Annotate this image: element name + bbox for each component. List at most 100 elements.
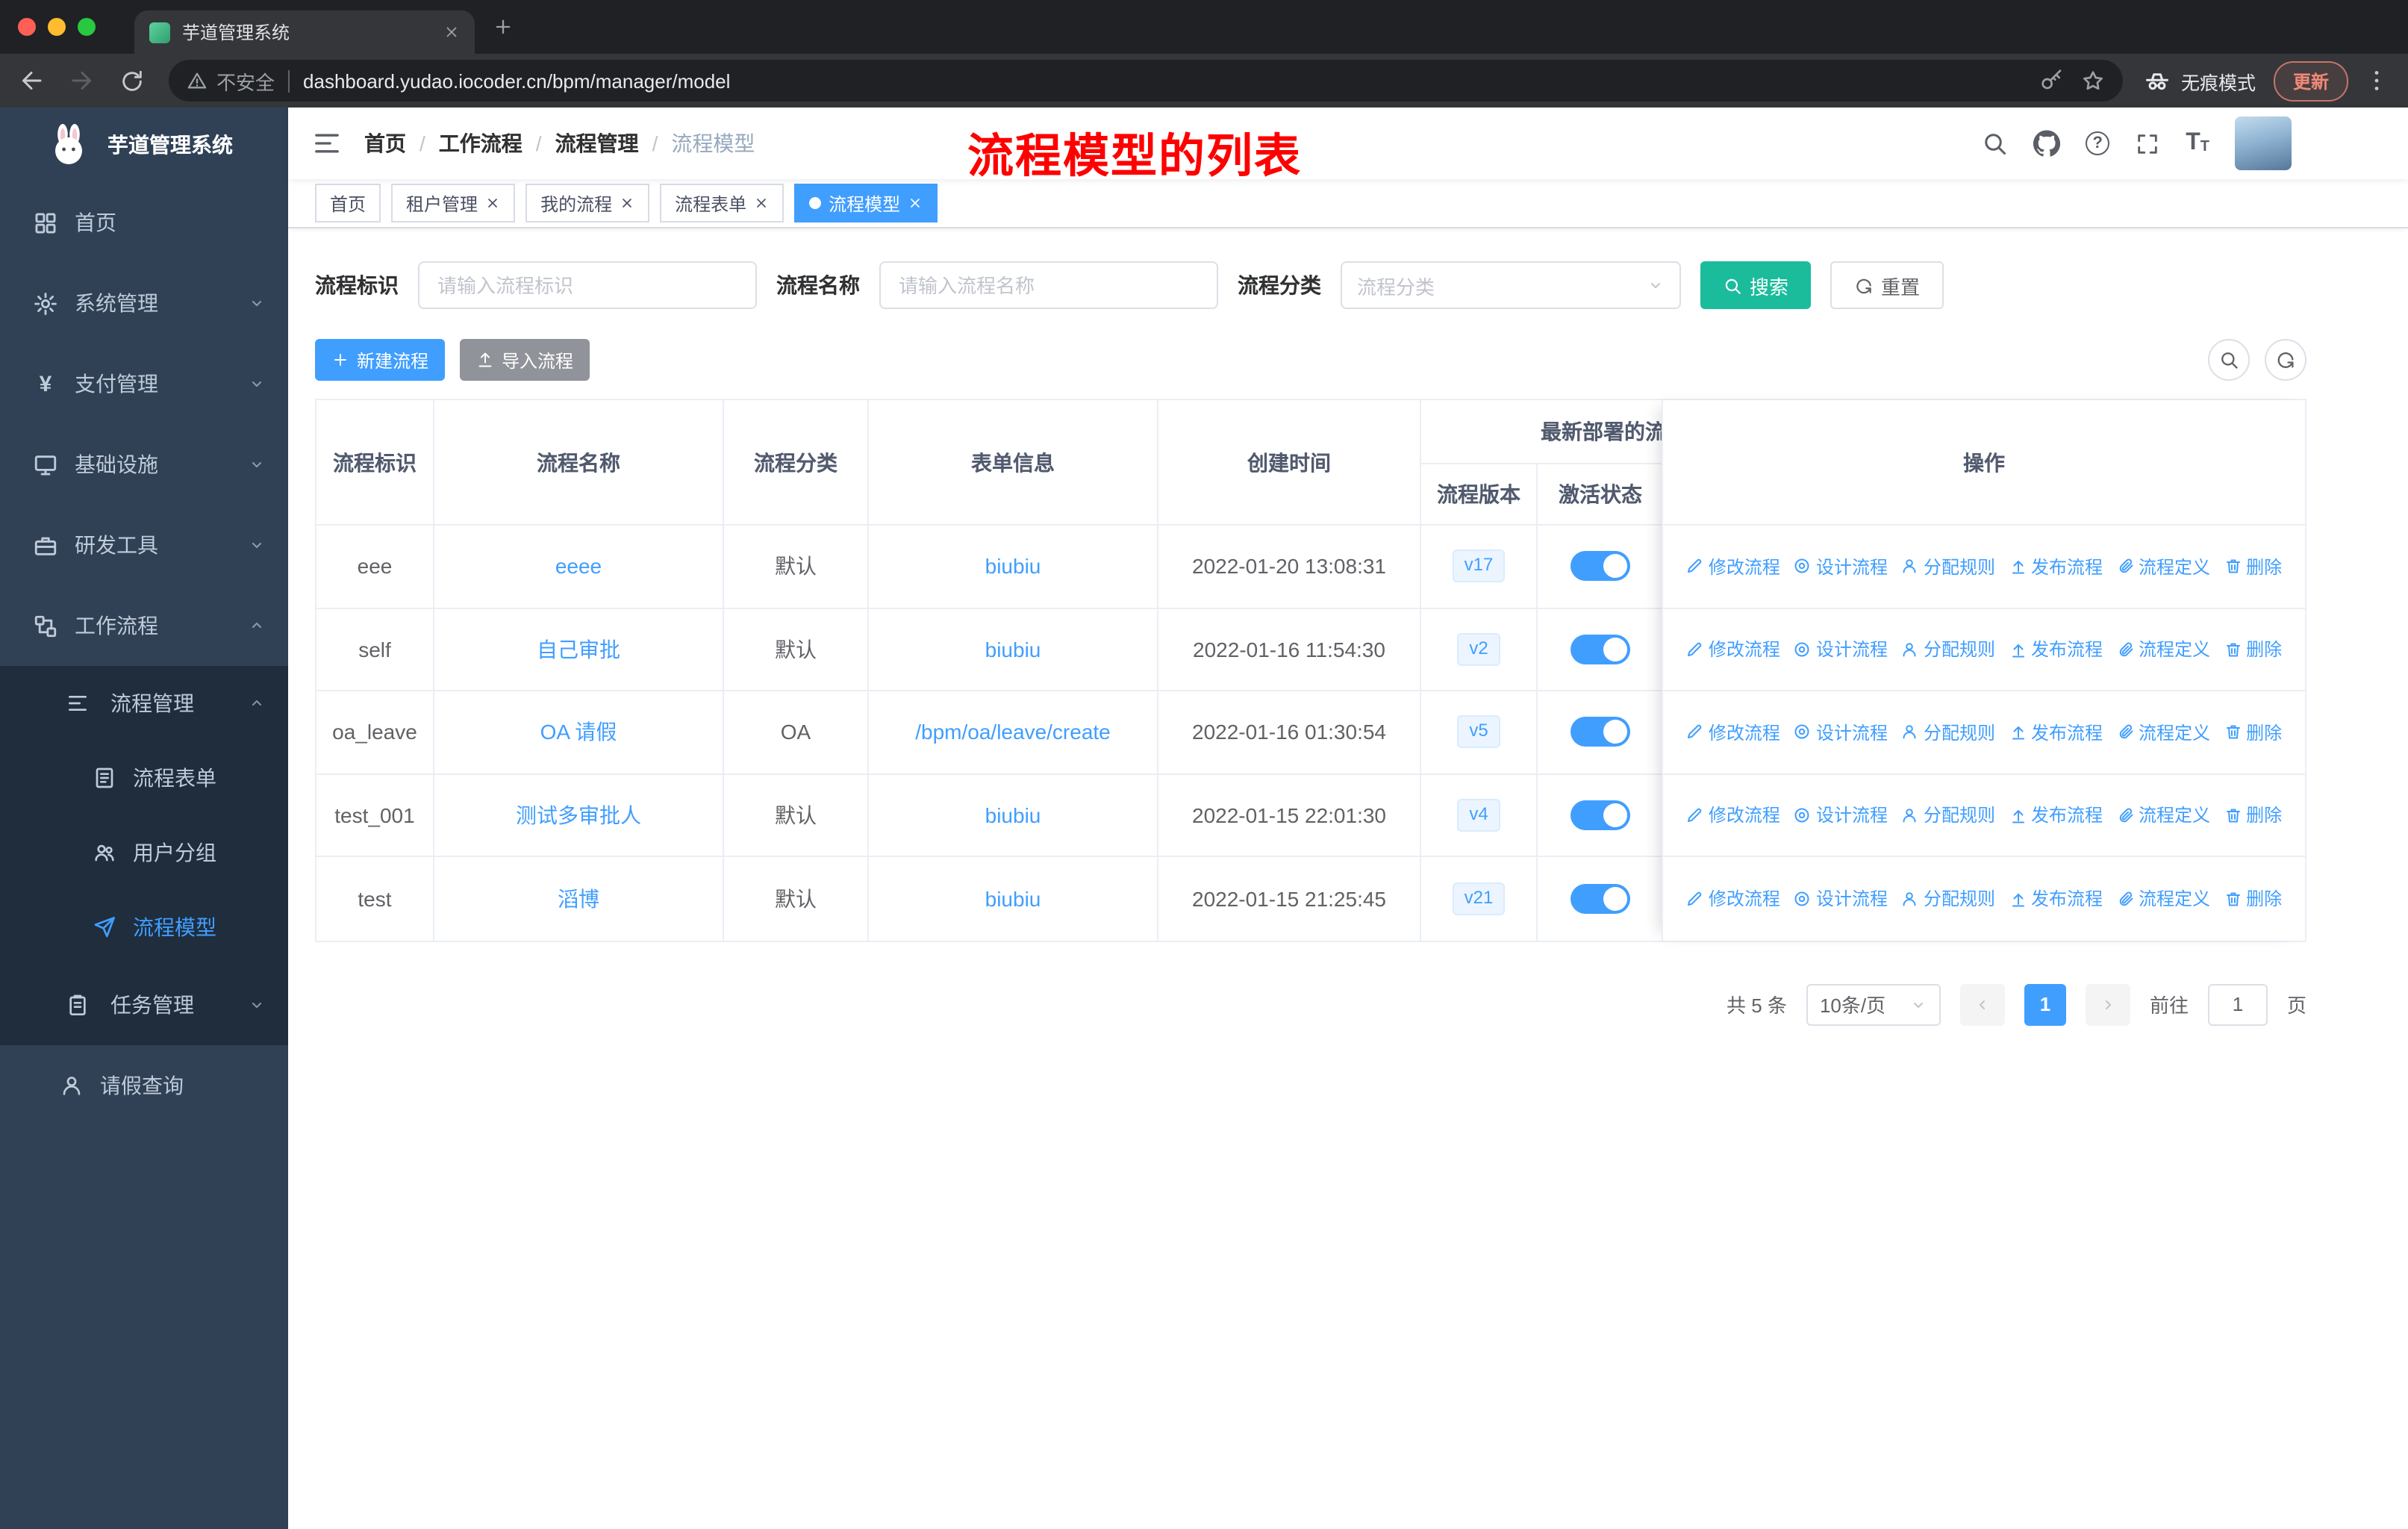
process-name-link[interactable]: 测试多审批人 <box>516 800 641 830</box>
process-definition-link[interactable]: 流程定义 <box>2116 637 2210 662</box>
minimize-window-button[interactable] <box>48 18 66 36</box>
breadcrumb-item[interactable]: 流程管理 <box>555 128 639 158</box>
active-toggle[interactable] <box>1570 717 1630 747</box>
reset-button[interactable]: 重置 <box>1830 261 1944 309</box>
breadcrumb-item[interactable]: 工作流程 <box>439 128 523 158</box>
sidebar-item-devtools[interactable]: 研发工具 <box>0 505 288 585</box>
sidebar-item-workflow[interactable]: 工作流程 <box>0 585 288 666</box>
page-size-select[interactable]: 10条/页 <box>1806 983 1941 1025</box>
prev-page-button[interactable] <box>1959 983 2005 1025</box>
active-toggle[interactable] <box>1570 634 1630 664</box>
create-process-button[interactable]: 新建流程 <box>315 339 446 381</box>
nav-tag[interactable]: 租户管理 <box>391 184 516 222</box>
sidebar-item-process-form[interactable]: 流程表单 <box>0 741 288 815</box>
sidebar-item-payment[interactable]: ¥ 支付管理 <box>0 343 288 424</box>
publish-process-link[interactable]: 发布流程 <box>2009 637 2103 662</box>
active-toggle[interactable] <box>1570 800 1630 830</box>
back-button[interactable] <box>18 67 45 94</box>
fullscreen-icon[interactable] <box>2135 131 2160 156</box>
sidebar-item-system[interactable]: 系统管理 <box>0 263 288 343</box>
current-page-button[interactable]: 1 <box>2024 983 2066 1025</box>
active-toggle[interactable] <box>1570 551 1630 582</box>
modify-process-link[interactable]: 修改流程 <box>1686 720 1780 745</box>
publish-process-link[interactable]: 发布流程 <box>2009 803 2103 828</box>
nav-tag-active[interactable]: 流程模型 <box>794 184 938 222</box>
delete-link[interactable]: 删除 <box>2224 803 2282 828</box>
form-info-link[interactable]: biubiu <box>985 555 1041 579</box>
sidebar-item-user-group[interactable]: 用户分组 <box>0 815 288 890</box>
process-definition-link[interactable]: 流程定义 <box>2116 720 2210 745</box>
assign-rule-link[interactable]: 分配规则 <box>1901 554 1995 579</box>
star-icon[interactable] <box>2081 69 2105 93</box>
form-info-link[interactable]: /bpm/oa/leave/create <box>915 720 1111 744</box>
update-button[interactable]: 更新 <box>2273 60 2348 101</box>
tag-close-icon[interactable] <box>485 196 500 211</box>
publish-process-link[interactable]: 发布流程 <box>2009 554 2103 579</box>
forward-button[interactable] <box>69 67 96 94</box>
browser-tab[interactable]: 芋道管理系统 <box>134 10 475 54</box>
tag-close-icon[interactable] <box>908 196 923 211</box>
form-info-link[interactable]: biubiu <box>985 638 1041 661</box>
process-name-link[interactable]: 滔博 <box>558 884 599 914</box>
delete-link[interactable]: 删除 <box>2224 720 2282 745</box>
assign-rule-link[interactable]: 分配规则 <box>1901 637 1995 662</box>
close-window-button[interactable] <box>18 18 36 36</box>
refresh-table-button[interactable] <box>2265 339 2306 381</box>
design-process-link[interactable]: 设计流程 <box>1794 886 1888 912</box>
search-button[interactable]: 搜索 <box>1700 261 1812 309</box>
modify-process-link[interactable]: 修改流程 <box>1686 803 1780 828</box>
hamburger-icon[interactable] <box>312 128 342 158</box>
zoom-window-button[interactable] <box>78 18 96 36</box>
assign-rule-link[interactable]: 分配规则 <box>1901 886 1995 912</box>
nav-tag[interactable]: 流程表单 <box>660 184 785 222</box>
sidebar-item-leave-query[interactable]: 请假查询 <box>0 1045 288 1126</box>
address-bar[interactable]: 不安全 dashboard.yudao.iocoder.cn/bpm/manag… <box>169 60 2123 102</box>
process-definition-link[interactable]: 流程定义 <box>2116 554 2210 579</box>
next-page-button[interactable] <box>2085 983 2130 1025</box>
reload-button[interactable] <box>119 68 145 93</box>
form-info-link[interactable]: biubiu <box>985 887 1041 911</box>
browser-menu-icon[interactable] <box>2363 67 2390 94</box>
delete-link[interactable]: 删除 <box>2224 637 2282 662</box>
delete-link[interactable]: 删除 <box>2224 554 2282 579</box>
search-icon[interactable] <box>1981 130 2008 157</box>
process-name-link[interactable]: OA 请假 <box>540 717 617 747</box>
page-jump-input[interactable] <box>2207 983 2268 1025</box>
toggle-search-button[interactable] <box>2208 339 2250 381</box>
design-process-link[interactable]: 设计流程 <box>1794 803 1888 828</box>
sidebar-item-home[interactable]: 首页 <box>0 182 288 263</box>
assign-rule-link[interactable]: 分配规则 <box>1901 803 1995 828</box>
modify-process-link[interactable]: 修改流程 <box>1686 554 1780 579</box>
sidebar-item-process-model[interactable]: 流程模型 <box>0 890 288 965</box>
active-toggle[interactable] <box>1570 883 1630 914</box>
design-process-link[interactable]: 设计流程 <box>1794 720 1888 745</box>
tab-close-icon[interactable] <box>443 24 460 40</box>
import-process-button[interactable]: 导入流程 <box>460 339 590 381</box>
process-key-input[interactable] <box>418 261 757 309</box>
nav-tag[interactable]: 首页 <box>315 184 381 222</box>
breadcrumb-item[interactable]: 首页 <box>364 128 406 158</box>
design-process-link[interactable]: 设计流程 <box>1794 637 1888 662</box>
sidebar-item-process-mgmt[interactable]: 流程管理 <box>0 666 288 741</box>
process-definition-link[interactable]: 流程定义 <box>2116 886 2210 912</box>
new-tab-button[interactable] <box>493 16 514 37</box>
assign-rule-link[interactable]: 分配规则 <box>1901 720 1995 745</box>
avatar[interactable] <box>2235 116 2292 170</box>
modify-process-link[interactable]: 修改流程 <box>1686 886 1780 912</box>
publish-process-link[interactable]: 发布流程 <box>2009 720 2103 745</box>
process-name-link[interactable]: eeee <box>555 555 602 579</box>
key-icon[interactable] <box>2039 69 2063 93</box>
form-info-link[interactable]: biubiu <box>985 803 1041 827</box>
font-size-icon[interactable]: TT <box>2186 131 2209 155</box>
category-select[interactable]: 流程分类 <box>1341 261 1681 309</box>
modify-process-link[interactable]: 修改流程 <box>1686 637 1780 662</box>
sidebar-item-infrastructure[interactable]: 基础设施 <box>0 424 288 505</box>
github-icon[interactable] <box>2033 130 2060 157</box>
nav-tag[interactable]: 我的流程 <box>525 184 650 222</box>
publish-process-link[interactable]: 发布流程 <box>2009 886 2103 912</box>
tag-close-icon[interactable] <box>754 196 769 211</box>
process-name-link[interactable]: 自己审批 <box>537 635 620 664</box>
tag-close-icon[interactable] <box>620 196 634 211</box>
process-definition-link[interactable]: 流程定义 <box>2116 803 2210 828</box>
sidebar-item-task-mgmt[interactable]: 任务管理 <box>0 965 288 1045</box>
